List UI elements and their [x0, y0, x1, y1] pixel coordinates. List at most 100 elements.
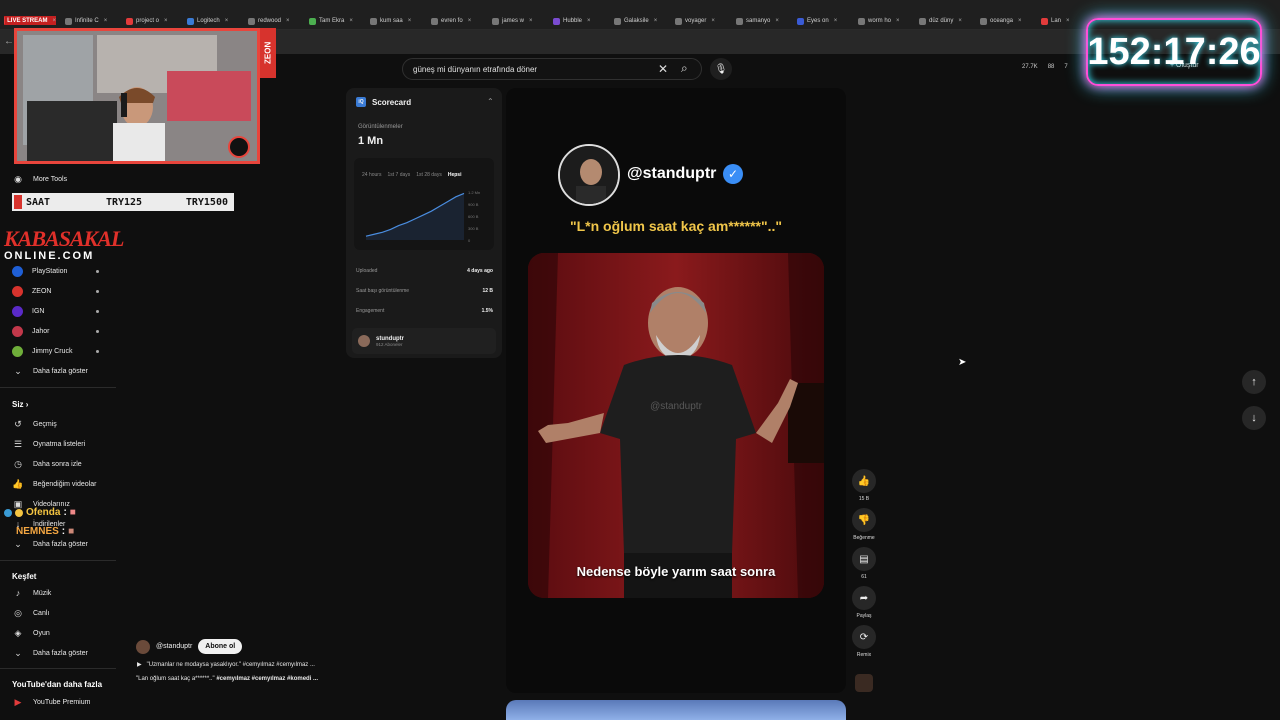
browser-tab[interactable]: düz düny ×	[919, 14, 976, 28]
sidebar-item-liked-videos[interactable]: 👍 Beğendiğim videolar	[12, 476, 96, 492]
collapse-icon[interactable]: ⌃	[487, 97, 494, 106]
tab-close-icon[interactable]: ×	[1018, 18, 1022, 24]
you-heading[interactable]: Siz ›	[12, 400, 28, 409]
browser-tab[interactable]: samanyo ×	[736, 14, 793, 28]
tab-close-icon[interactable]: ×	[104, 18, 108, 24]
flag-icon	[14, 195, 22, 209]
sidebar-item-jahor[interactable]: Jahor	[12, 323, 50, 339]
sidebar-item-watch-later[interactable]: ◷ Daha sonra izle	[12, 456, 82, 472]
sidebar-item-youtube-premium[interactable]: ▶ YouTube Premium	[12, 694, 91, 710]
dislike-button[interactable]: 👎	[852, 508, 876, 532]
thumb-up-icon: 👍	[12, 478, 24, 489]
like-button[interactable]: 👍	[852, 469, 876, 493]
sidebar-item-gaming[interactable]: ◈ Oyun	[12, 625, 50, 641]
comment-icon: ▤	[859, 553, 869, 565]
subscribe-button[interactable]: Abone ol	[198, 639, 243, 654]
divider	[0, 387, 116, 388]
browser-tab[interactable]: redwood ×	[248, 14, 305, 28]
time-filter-tabs: 24 hours 1st 7 days 1st 28 days Hepsi	[362, 172, 461, 178]
tab-close-icon[interactable]: ×	[958, 18, 962, 24]
video-description-2[interactable]: "Lan oğlum saat kaç a******.." #cemyılma…	[136, 676, 318, 682]
back-icon[interactable]: ←	[4, 36, 14, 47]
tab-close-icon[interactable]: ×	[468, 18, 472, 24]
next-video-button[interactable]: ↓	[1242, 406, 1266, 430]
search-input[interactable]: güneş mi dünyanın etrafında döner	[402, 58, 702, 80]
scorecard-header: iQ Scorecard	[356, 97, 411, 107]
scorecard-channel[interactable]: stunduptr 912 Aboneler	[352, 328, 496, 354]
browser-tab[interactable]: worm ho ×	[858, 14, 915, 28]
filter-24h[interactable]: 24 hours	[362, 172, 381, 178]
show-more-explore[interactable]: ⌄ Daha fazla göster	[12, 645, 88, 661]
tab-close-icon[interactable]: ×	[164, 18, 168, 24]
tab-close-icon[interactable]: ×	[52, 18, 56, 24]
tab-close-icon[interactable]: ×	[408, 18, 412, 24]
tab-close-icon[interactable]: ×	[587, 18, 591, 24]
shorts-video[interactable]: @standuptr ✓ "L*n oğlum saat kaç am*****…	[506, 88, 846, 693]
share-button[interactable]: ➦	[852, 586, 876, 610]
browser-tab[interactable]: project o ×	[126, 14, 183, 28]
tab-close-icon[interactable]: ×	[225, 18, 229, 24]
browser-tab[interactable]: Galaksile ×	[614, 14, 671, 28]
remix-button[interactable]: ⟳	[852, 625, 876, 649]
browser-tab[interactable]: evren fo ×	[431, 14, 488, 28]
sidebar-item-zeon[interactable]: ZEON	[12, 283, 51, 299]
engagement-value: 1.5%	[481, 308, 493, 314]
scorecard-logo-icon: iQ	[356, 97, 366, 107]
tab-close-icon[interactable]: ×	[529, 18, 533, 24]
browser-tab[interactable]: Tam Ekra ×	[309, 14, 366, 28]
webcam-scene	[17, 31, 257, 161]
browser-tab[interactable]: Eyes on ×	[797, 14, 854, 28]
tab-close-icon[interactable]: ×	[775, 18, 779, 24]
browser-tab[interactable]: Logitech ×	[187, 14, 244, 28]
sound-avatar[interactable]	[855, 674, 873, 692]
sidebar-item-history[interactable]: ↺ Geçmiş	[12, 416, 57, 432]
emote-icon: ■	[68, 526, 75, 537]
browser-tab[interactable]: Hubble ×	[553, 14, 610, 28]
tab-close-icon[interactable]: ×	[654, 18, 658, 24]
clear-search-icon[interactable]: ✕	[658, 62, 668, 76]
tab-close-icon[interactable]: ×	[349, 18, 353, 24]
video-description-1[interactable]: ▶ "Uzmanlar ne modaysa yasaklıyor." #cem…	[137, 661, 315, 668]
tab-close-icon[interactable]: ×	[834, 18, 838, 24]
tab-label: Lan	[1051, 18, 1062, 24]
show-more-subscriptions[interactable]: ⌄ Daha fazla göster	[12, 363, 88, 379]
sidebar-item-more-tools[interactable]: ◉ More Tools	[12, 171, 67, 187]
tab-close-icon[interactable]: ×	[286, 18, 290, 24]
share-label: Paylaş	[856, 613, 872, 619]
browser-tab[interactable]: kum saa ×	[370, 14, 427, 28]
tab-close-icon[interactable]: ×	[1066, 18, 1070, 24]
show-more-you[interactable]: ⌄ Daha fazla göster	[12, 536, 88, 552]
browser-tab[interactable]: james w ×	[492, 14, 549, 28]
microphone-icon[interactable]: 🎙	[710, 58, 732, 80]
avatar	[358, 335, 370, 347]
tab-favicon-icon	[614, 17, 621, 25]
comments-button[interactable]: ▤	[852, 547, 876, 571]
sidebar-item-ign[interactable]: IGN	[12, 303, 44, 319]
dislike-label: Beğenme	[853, 535, 875, 541]
filter-all[interactable]: Hepsi	[448, 172, 462, 178]
browser-tab[interactable]: LIVE STREAM ×	[4, 16, 56, 25]
next-video-preview[interactable]	[506, 700, 846, 720]
browser-tab[interactable]: Infinite C ×	[65, 14, 122, 28]
search-icon[interactable]: ⌕	[681, 61, 688, 76]
verified-icon: ✓	[723, 164, 743, 184]
uploaded-value: 4 days ago	[467, 268, 493, 274]
donation-rate-bar: SAAT TRY125 TRY1500	[12, 193, 234, 211]
tab-close-icon[interactable]: ×	[711, 18, 715, 24]
filter-7d[interactable]: 1st 7 days	[387, 172, 410, 178]
previous-video-button[interactable]: ↑	[1242, 370, 1266, 394]
sidebar-item-playlists[interactable]: ☰ Oynatma listeleri	[12, 436, 85, 452]
thumb-down-icon: 👎	[857, 514, 871, 526]
tab-label: Galaksile	[624, 18, 649, 24]
sidebar-item-music[interactable]: ♪ Müzik	[12, 585, 52, 601]
tab-favicon-icon	[370, 17, 377, 25]
tab-close-icon[interactable]: ×	[896, 18, 900, 24]
sidebar-item-jimmy-cruck[interactable]: Jimmy Cruck	[12, 343, 72, 359]
browser-tab[interactable]: voyager ×	[675, 14, 732, 28]
tab-label: worm ho	[868, 18, 892, 24]
sidebar-item-live[interactable]: ◎ Canlı	[12, 605, 49, 621]
channel-name[interactable]: @standuptr	[156, 643, 192, 650]
filter-28d[interactable]: 1st 28 days	[416, 172, 442, 178]
chevron-down-icon: ⌄	[14, 538, 22, 549]
browser-tab[interactable]: oceanga ×	[980, 14, 1037, 28]
